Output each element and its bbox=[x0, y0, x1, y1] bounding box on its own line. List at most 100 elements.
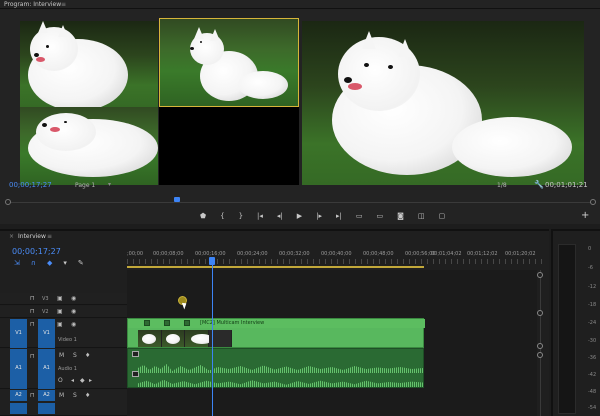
lock-icon[interactable]: ⊓ bbox=[30, 353, 35, 360]
chevron-down-icon[interactable]: ▾ bbox=[108, 181, 111, 188]
lock-icon[interactable]: ⊓ bbox=[30, 308, 35, 315]
program-playhead[interactable] bbox=[174, 197, 180, 202]
play-button[interactable]: ▶ bbox=[297, 212, 302, 220]
program-playhead-timecode[interactable]: 00;00;17;27 bbox=[9, 181, 52, 189]
track-header-v1[interactable]: V1 ⊓ V1 ▣ ◉ Video 1 bbox=[0, 319, 127, 348]
marker-icon[interactable]: ⬟ bbox=[200, 212, 206, 220]
camera-icon[interactable]: ◙ bbox=[397, 212, 404, 220]
mute-button[interactable]: M bbox=[59, 392, 64, 399]
track-target-v1[interactable]: V1 bbox=[38, 319, 55, 348]
step-forward-button[interactable]: |▸ bbox=[316, 212, 322, 220]
timeline-playhead-timecode[interactable]: 00;00;17;27 bbox=[12, 247, 61, 256]
track-header-a2[interactable]: A2 ⊓ A2 M S ♦ bbox=[0, 390, 127, 416]
eye-icon[interactable]: ◉ bbox=[71, 308, 76, 315]
multicam-angle-1[interactable] bbox=[20, 21, 158, 107]
scrub-track bbox=[8, 202, 593, 203]
meter-label: -36 bbox=[588, 355, 597, 361]
zoom-handle-top[interactable] bbox=[537, 272, 543, 278]
add-marker-icon[interactable]: ▾ bbox=[63, 259, 67, 267]
solo-button[interactable]: S bbox=[73, 352, 77, 359]
go-to-out-button[interactable]: ▸| bbox=[336, 212, 342, 220]
snap-magnet-icon[interactable]: ∩ bbox=[31, 259, 36, 267]
eye-icon[interactable]: ◉ bbox=[71, 295, 76, 302]
meter-label: -18 bbox=[588, 302, 597, 308]
film-icon[interactable]: ▣ bbox=[57, 295, 63, 302]
step-back-button[interactable]: ◂| bbox=[277, 212, 283, 220]
multicam-audio-clip[interactable] bbox=[127, 348, 424, 388]
track-header-v3[interactable]: ⊓ V3 ▣ ◉ bbox=[0, 293, 127, 305]
zoom-handle-bottom[interactable] bbox=[537, 352, 543, 358]
microphone-icon[interactable]: ♦ bbox=[85, 352, 90, 359]
nest-toggle-icon[interactable]: ⇲ bbox=[14, 259, 20, 267]
source-patch-a2[interactable]: A2 bbox=[10, 390, 27, 401]
lift-button[interactable]: ▭ bbox=[356, 212, 363, 220]
ruler-ticks bbox=[127, 259, 547, 264]
source-patch-v1[interactable]: V1 bbox=[10, 319, 27, 348]
lock-icon[interactable]: ⊓ bbox=[30, 321, 35, 328]
keyframe-toggle-icon[interactable]: O bbox=[58, 377, 63, 384]
source-patch-a1[interactable]: A1 bbox=[10, 349, 27, 389]
panel-menu-icon[interactable]: ≡ bbox=[61, 1, 66, 8]
program-monitor-viewer[interactable] bbox=[0, 9, 600, 224]
work-area-bar[interactable] bbox=[127, 266, 424, 268]
mark-out-button[interactable]: } bbox=[239, 212, 243, 220]
button-editor-add-button[interactable]: + bbox=[581, 210, 589, 221]
linked-selection-icon[interactable]: ◆ bbox=[47, 259, 52, 267]
track-label: Audio 1 bbox=[58, 366, 77, 372]
lock-icon[interactable]: ⊓ bbox=[30, 295, 35, 302]
safe-margins-button[interactable]: ▢ bbox=[439, 212, 446, 220]
wrench-icon[interactable]: 🔧 bbox=[534, 180, 544, 189]
solo-button[interactable]: S bbox=[73, 392, 77, 399]
program-scrub-bar[interactable] bbox=[5, 197, 596, 207]
meter-label: -54 bbox=[588, 405, 597, 411]
clip-fx-badge bbox=[132, 371, 139, 377]
audio-waveform-left bbox=[138, 364, 423, 373]
track-target-a1[interactable]: A1 bbox=[38, 349, 55, 389]
source-patch-a3[interactable] bbox=[10, 403, 27, 414]
multicam-angle-4-empty[interactable] bbox=[159, 107, 299, 185]
zoom-handle-left[interactable] bbox=[5, 199, 11, 205]
ruler-label: 00;00;32;00 bbox=[279, 251, 310, 257]
zoom-handle-top[interactable] bbox=[537, 343, 543, 349]
close-icon[interactable]: × bbox=[9, 233, 14, 240]
multicam-page-select[interactable]: Page 1 bbox=[75, 182, 95, 189]
prev-keyframe-icon[interactable]: ◂ bbox=[71, 377, 74, 384]
multicam-video-clip[interactable]: [MC2] Multicam Interview bbox=[127, 318, 425, 348]
mark-in-button[interactable]: { bbox=[220, 212, 224, 220]
eye-icon[interactable]: ◉ bbox=[71, 321, 76, 328]
program-output-frame[interactable] bbox=[302, 21, 584, 185]
track-target-a2[interactable]: A2 bbox=[38, 390, 55, 401]
clip-fx-badge bbox=[144, 320, 150, 326]
program-monitor-title[interactable]: Program: Interview bbox=[4, 1, 61, 8]
ruler-label: 00;01;20;02 bbox=[505, 251, 536, 257]
track-header-a1[interactable]: A1 ⊓ A1 M S ♦ Audio 1 O ◂ ◆ ▸ bbox=[0, 349, 127, 389]
film-icon[interactable]: ▣ bbox=[57, 321, 63, 328]
multicam-angle-2-selected[interactable] bbox=[159, 18, 299, 107]
next-keyframe-icon[interactable]: ▸ bbox=[89, 377, 92, 384]
mute-button[interactable]: M bbox=[59, 352, 64, 359]
track-header-v2[interactable]: ⊓ V2 ▣ ◉ bbox=[0, 306, 127, 318]
multicam-angle-3[interactable] bbox=[20, 107, 158, 185]
clip-thumbnail bbox=[161, 330, 185, 347]
timeline-playhead-line[interactable] bbox=[212, 264, 213, 416]
program-duration-timecode: 00;01;01;21 bbox=[545, 181, 588, 189]
microphone-icon[interactable]: ♦ bbox=[85, 392, 90, 399]
add-keyframe-icon[interactable]: ◆ bbox=[80, 377, 85, 384]
ruler-label: 00;00;24;00 bbox=[237, 251, 268, 257]
resolution-select[interactable]: 1/8 bbox=[497, 182, 507, 189]
go-to-in-button[interactable]: |◂ bbox=[257, 212, 263, 220]
zoom-handle-bottom[interactable] bbox=[537, 310, 543, 316]
clip-header bbox=[128, 319, 425, 328]
lock-icon[interactable]: ⊓ bbox=[30, 392, 35, 399]
film-icon[interactable]: ▣ bbox=[57, 308, 63, 315]
panel-menu-icon[interactable]: ≡ bbox=[47, 233, 52, 240]
extract-button[interactable]: ▭ bbox=[377, 212, 384, 220]
track-name: V3 bbox=[42, 296, 49, 302]
comparison-view-button[interactable]: ◫ bbox=[418, 212, 425, 220]
zoom-handle-right[interactable] bbox=[590, 199, 596, 205]
wrench-icon[interactable]: ✎ bbox=[78, 259, 84, 267]
timeline-vertical-zoom[interactable] bbox=[537, 270, 543, 416]
meter-label: 0 bbox=[588, 246, 592, 252]
timeline-tab-title[interactable]: Interview bbox=[18, 233, 46, 240]
track-target-a3[interactable] bbox=[38, 403, 55, 414]
